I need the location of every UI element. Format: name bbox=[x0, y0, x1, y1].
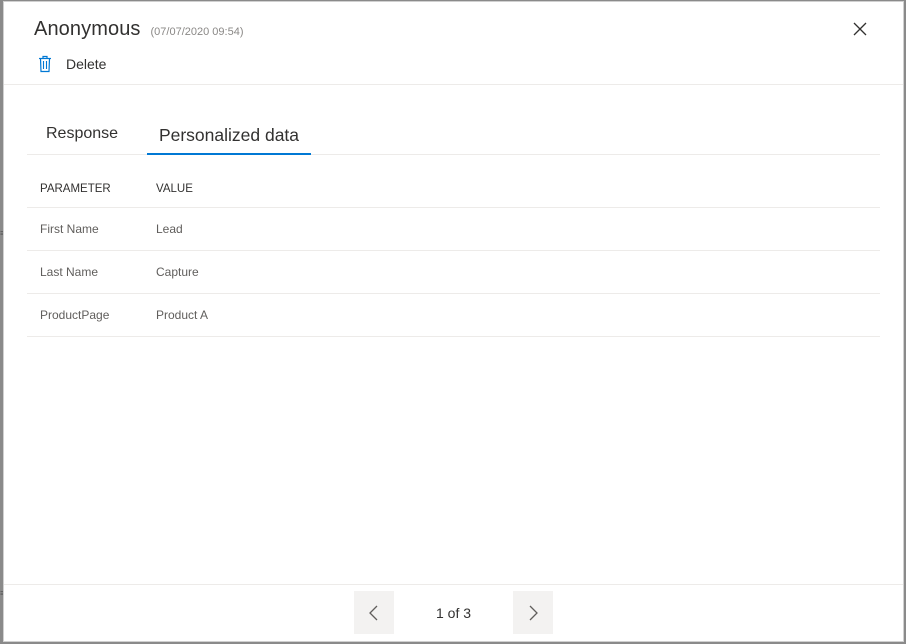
response-timestamp: (07/07/2020 09:54) bbox=[150, 26, 244, 38]
delete-button[interactable]: Delete bbox=[38, 55, 106, 73]
previous-page-button[interactable] bbox=[354, 591, 394, 634]
close-button[interactable] bbox=[851, 20, 869, 38]
column-header-value: VALUE bbox=[156, 182, 193, 195]
table-row: First Name Lead bbox=[27, 208, 880, 251]
tab-bar: Response Personalized data bbox=[27, 112, 880, 155]
page-indicator: 1 of 3 bbox=[435, 605, 472, 621]
close-icon bbox=[853, 22, 867, 36]
pager-footer: 1 of 3 bbox=[4, 584, 903, 641]
tab-response[interactable]: Response bbox=[46, 112, 119, 154]
title-row: Anonymous (07/07/2020 09:54) bbox=[34, 18, 243, 41]
value-cell: Capture bbox=[156, 265, 199, 279]
parameters-table: PARAMETER VALUE First Name Lead Last Nam… bbox=[27, 170, 880, 337]
panel-header: Anonymous (07/07/2020 09:54) Delete bbox=[4, 2, 903, 85]
page-title: Anonymous bbox=[34, 18, 141, 40]
trash-icon bbox=[39, 55, 51, 73]
column-header-parameter: PARAMETER bbox=[40, 182, 111, 195]
delete-label: Delete bbox=[66, 56, 107, 72]
parameter-cell: ProductPage bbox=[40, 308, 110, 322]
table-row: ProductPage Product A bbox=[27, 294, 880, 337]
chevron-left-icon bbox=[369, 605, 378, 621]
value-cell: Product A bbox=[156, 308, 209, 322]
value-cell: Lead bbox=[156, 222, 183, 236]
table-header-row: PARAMETER VALUE bbox=[27, 170, 880, 208]
tab-personalized-data[interactable]: Personalized data bbox=[147, 112, 311, 155]
parameter-cell: First Name bbox=[40, 222, 99, 236]
next-page-button[interactable] bbox=[513, 591, 553, 634]
table-row: Last Name Capture bbox=[27, 251, 880, 294]
tab-personalized-data-label: Personalized data bbox=[158, 125, 300, 145]
parameter-cell: Last Name bbox=[40, 265, 99, 279]
details-panel: Anonymous (07/07/2020 09:54) Delete Resp… bbox=[3, 1, 904, 642]
chevron-right-icon bbox=[529, 605, 538, 621]
tab-response-label: Response bbox=[46, 125, 119, 142]
